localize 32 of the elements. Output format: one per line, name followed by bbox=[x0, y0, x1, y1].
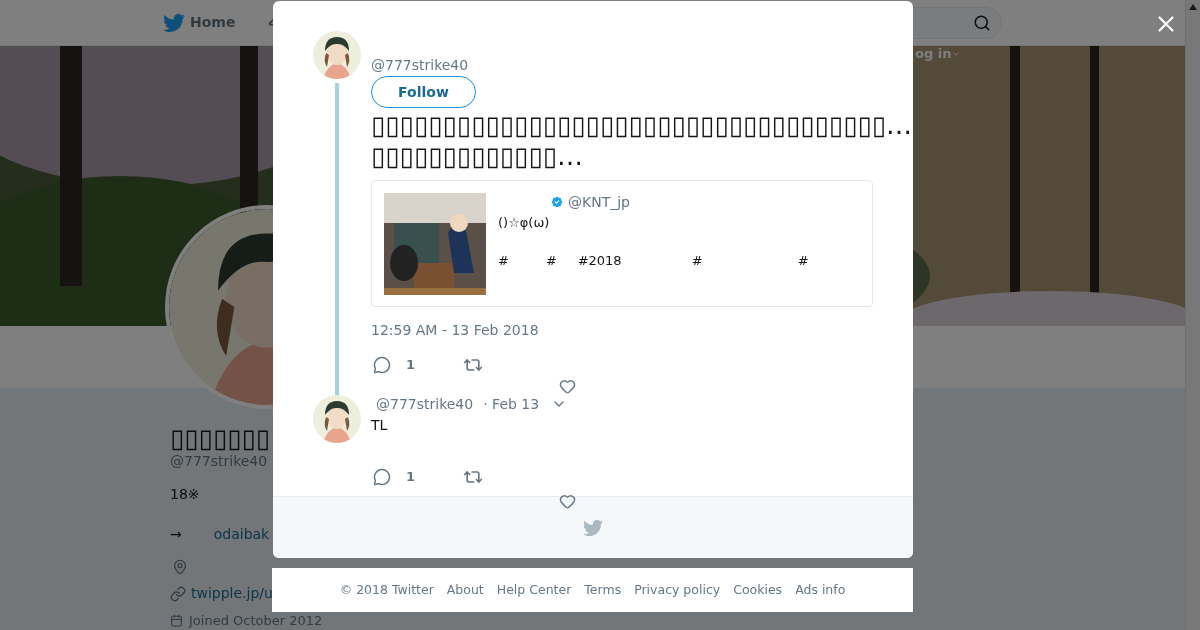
search-icon[interactable] bbox=[973, 13, 991, 32]
footer-link[interactable]: Cookies bbox=[733, 580, 783, 600]
scrollbar[interactable] bbox=[1185, 0, 1200, 630]
joined-date: Joined October 2012 bbox=[189, 614, 323, 627]
reply-count: 1 bbox=[406, 356, 416, 375]
like-icon[interactable] bbox=[559, 378, 576, 395]
calendar-icon bbox=[170, 614, 183, 627]
home-link[interactable]: Home bbox=[190, 12, 236, 33]
footer-link[interactable]: About bbox=[446, 580, 484, 600]
website-link[interactable]: twipple.jp/u bbox=[191, 583, 273, 604]
footer-link[interactable]: Terms bbox=[584, 580, 622, 600]
profile-bio: 18※ bbox=[170, 485, 200, 504]
reply-text: TL bbox=[371, 416, 388, 435]
like-icon[interactable] bbox=[559, 493, 576, 510]
link-icon bbox=[170, 585, 186, 602]
reply-icon[interactable] bbox=[373, 356, 391, 374]
scroll-up-icon[interactable] bbox=[1189, 4, 1197, 10]
reply-handle: @777strike40 bbox=[376, 394, 474, 414]
profile-name: ▯▯▯▯▯▯▯ bbox=[170, 424, 271, 452]
reply-date: · Feb 13 bbox=[483, 394, 540, 414]
reply-icon[interactable] bbox=[373, 468, 391, 486]
profile-handle: @777strike40 bbox=[170, 452, 268, 470]
arrow-text: → bbox=[170, 525, 182, 544]
footer-link[interactable]: Ads info bbox=[795, 580, 846, 600]
reply-count: 1 bbox=[406, 468, 416, 487]
footer-link[interactable]: Privacy policy bbox=[634, 580, 721, 600]
bird-icon bbox=[583, 517, 603, 538]
footer-link[interactable]: Help Center bbox=[496, 580, 572, 600]
location-icon bbox=[172, 559, 188, 575]
copyright-text: © 2018 Twitter bbox=[339, 580, 434, 599]
profile-link[interactable]: odaibak bbox=[213, 524, 270, 545]
tweet-timestamp: 12:59 AM - 13 Feb 2018 bbox=[371, 321, 539, 340]
